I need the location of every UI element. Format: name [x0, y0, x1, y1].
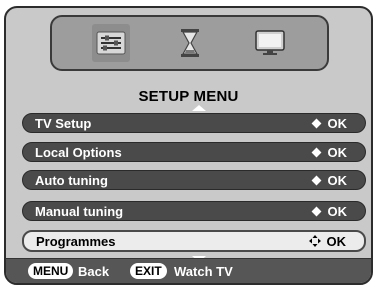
menu-item-ok: OK: [311, 145, 347, 160]
hourglass-icon: [181, 29, 199, 57]
tab-picture[interactable]: [251, 24, 289, 62]
menu-item-label: Programmes: [36, 233, 116, 249]
menu-item-ok: OK: [311, 173, 347, 188]
setup-menu-panel: SETUP MENU TV Setup OK Local Options OK …: [4, 6, 373, 285]
page-title: SETUP MENU: [138, 88, 239, 105]
monitor-icon: [255, 30, 285, 55]
back-label: Back: [78, 264, 110, 279]
menu-item-manual-tuning[interactable]: Manual tuning OK: [22, 201, 366, 221]
footer-hint-bar: MENU Back EXIT Watch TV: [6, 258, 371, 283]
scroll-up-indicator: [192, 105, 206, 111]
exit-key-badge[interactable]: EXIT: [130, 263, 167, 279]
tab-timer[interactable]: [171, 24, 209, 62]
select-indicator-icon: [311, 175, 321, 185]
menu-item-auto-tuning[interactable]: Auto tuning OK: [22, 170, 366, 190]
menu-item-ok: OK: [311, 204, 347, 219]
menu-item-label: TV Setup: [35, 115, 92, 131]
menu-item-ok: OK: [311, 116, 347, 131]
menu-key-badge[interactable]: MENU: [28, 263, 74, 279]
select-indicator-icon: [311, 118, 321, 128]
menu-item-label: Local Options: [35, 144, 122, 160]
settings-sliders-icon: [96, 31, 126, 55]
menu-item-local-options[interactable]: Local Options OK: [22, 142, 366, 162]
select-indicator-icon: [311, 206, 321, 216]
menu-tab-bar: [50, 15, 329, 71]
menu-item-tv-setup[interactable]: TV Setup OK: [22, 113, 366, 133]
menu-item-label: Manual tuning: [35, 203, 124, 219]
menu-item-programmes[interactable]: Programmes OK: [22, 230, 366, 252]
tab-setup[interactable]: [92, 24, 130, 62]
menu-item-ok: OK: [308, 234, 346, 249]
menu-item-label: Auto tuning: [35, 172, 108, 188]
navigate-arrows-icon: [308, 235, 321, 247]
select-indicator-icon: [311, 147, 321, 157]
watch-tv-label: Watch TV: [174, 264, 233, 279]
